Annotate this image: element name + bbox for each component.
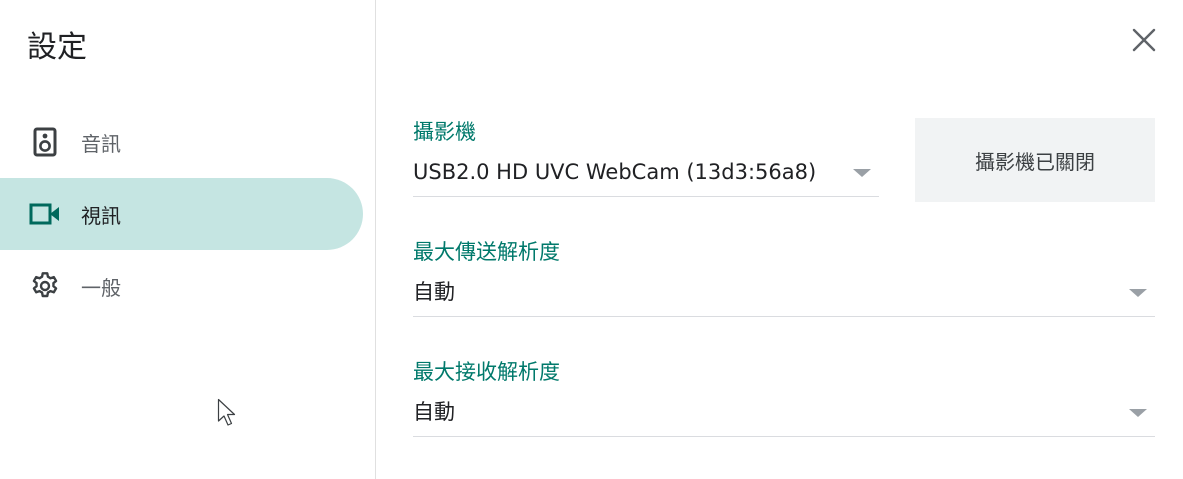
close-icon	[1132, 28, 1156, 52]
speaker-icon	[28, 125, 62, 159]
sidebar-item-label: 視訊	[81, 203, 121, 228]
mouse-pointer-icon	[217, 398, 236, 426]
receive-resolution-select[interactable]: 自動	[413, 398, 1155, 437]
dropdown-arrow-icon	[853, 169, 871, 177]
sidebar-item-general[interactable]: 一般	[0, 250, 363, 322]
send-resolution-value: 自動	[413, 280, 455, 304]
dialog-title: 設定	[27, 30, 87, 65]
dropdown-arrow-icon	[1129, 409, 1147, 417]
camera-toggle-button[interactable]: 攝影機已關閉	[915, 118, 1155, 202]
settings-sidebar: 設定 音訊 視訊 一般	[0, 0, 376, 479]
videocam-icon	[28, 197, 62, 231]
camera-label: 攝影機	[413, 120, 476, 144]
settings-dialog: 設定 音訊 視訊 一般 攝影機 USB2.0 HD UVC WebCam (13…	[0, 0, 1183, 479]
sidebar-item-label: 音訊	[81, 131, 121, 156]
sidebar-item-label: 一般	[81, 275, 121, 300]
gear-icon	[28, 269, 62, 303]
dropdown-arrow-icon	[1129, 289, 1147, 297]
send-resolution-select[interactable]: 自動	[413, 278, 1155, 317]
camera-select-value: USB2.0 HD UVC WebCam (13d3:56a8)	[413, 160, 817, 184]
receive-resolution-field: 最大接收解析度 自動	[413, 358, 1155, 437]
camera-field: 攝影機 USB2.0 HD UVC WebCam (13d3:56a8)	[413, 118, 879, 197]
receive-resolution-value: 自動	[413, 400, 455, 424]
camera-select[interactable]: USB2.0 HD UVC WebCam (13d3:56a8)	[413, 158, 879, 197]
send-resolution-label: 最大傳送解析度	[413, 240, 560, 264]
close-button[interactable]	[1124, 20, 1164, 60]
send-resolution-field: 最大傳送解析度 自動	[413, 238, 1155, 317]
receive-resolution-label: 最大接收解析度	[413, 360, 560, 384]
sidebar-item-video[interactable]: 視訊	[0, 178, 363, 250]
sidebar-item-audio[interactable]: 音訊	[0, 106, 363, 178]
